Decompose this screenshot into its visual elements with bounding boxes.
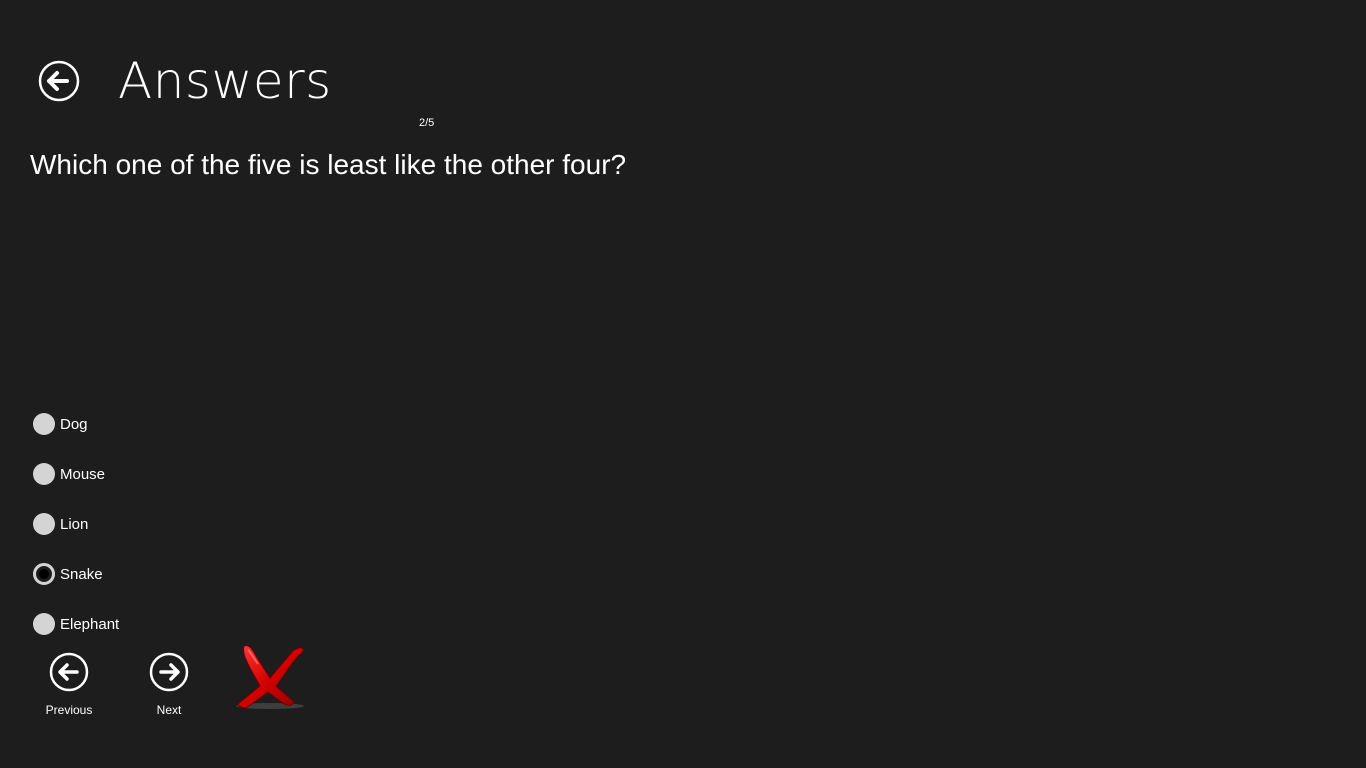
option-label: Lion: [60, 515, 89, 533]
progress-counter: 2/5: [419, 117, 435, 129]
page-title: Answers: [118, 52, 332, 110]
option-mouse[interactable]: Mouse: [33, 462, 119, 486]
wrong-answer-x-icon: [232, 640, 308, 712]
next-label: Next: [156, 703, 182, 717]
next-button[interactable]: Next: [129, 652, 209, 717]
next-arrow-icon: [149, 652, 189, 692]
back-button[interactable]: [38, 60, 80, 102]
option-label: Elephant: [60, 615, 120, 633]
option-label: Snake: [60, 565, 103, 583]
previous-arrow-icon: [49, 652, 89, 692]
option-label: Mouse: [60, 465, 106, 483]
option-lion[interactable]: Lion: [33, 512, 119, 536]
option-elephant[interactable]: Elephant: [33, 612, 119, 636]
radio-button[interactable]: [33, 463, 55, 485]
previous-label: Previous: [45, 703, 93, 717]
option-snake[interactable]: Snake: [33, 562, 119, 586]
radio-button[interactable]: [33, 513, 55, 535]
radio-button[interactable]: [33, 413, 55, 435]
option-label: Dog: [60, 415, 88, 433]
back-arrow-icon: [38, 60, 80, 102]
radio-button[interactable]: [33, 613, 55, 635]
question-text: Which one of the five is least like the …: [30, 149, 627, 180]
option-dog[interactable]: Dog: [33, 412, 119, 436]
answers-page: Answers 2/5 Which one of the five is lea…: [0, 0, 1366, 768]
answer-options: Dog Mouse Lion Snake Elephant: [33, 412, 119, 662]
previous-button[interactable]: Previous: [29, 652, 109, 717]
radio-button-selected[interactable]: [33, 563, 55, 585]
